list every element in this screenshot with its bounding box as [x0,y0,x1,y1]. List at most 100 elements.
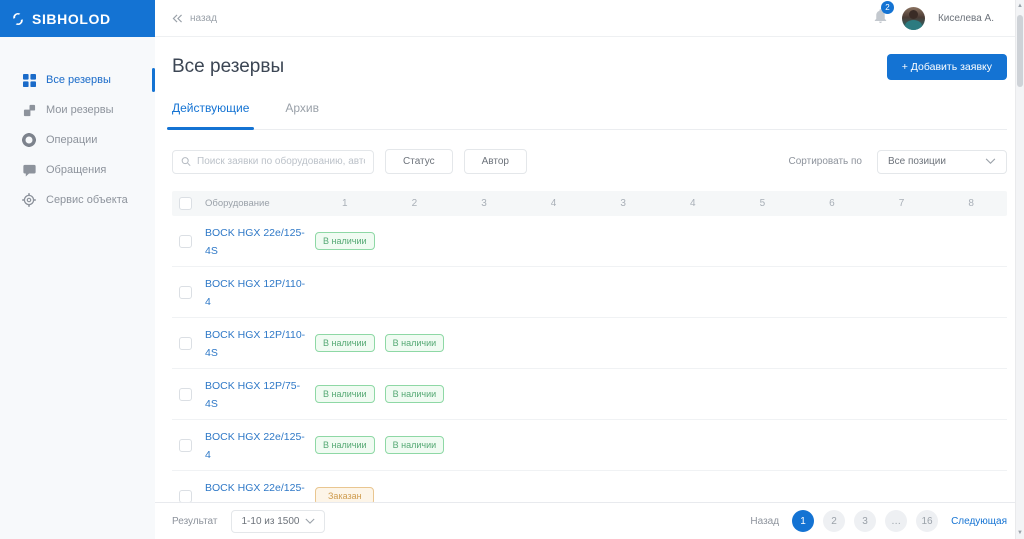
status-badge: В наличии [384,334,445,352]
brand-name: SIBHOLOD [32,10,111,27]
tab-bar: Действующие Архив [166,101,1007,130]
reserves-table: Оборудование 1 2 3 4 3 4 5 6 7 8 BOCK HG… [172,191,1007,522]
sidebar-item-operations[interactable]: Операции [0,125,155,155]
equipment-link[interactable]: BOCK HGX 22e/125-4 [205,431,305,461]
sidebar-item-label: Мои резервы [46,104,114,116]
status-badge: В наличии [315,232,375,250]
page-button-16[interactable]: 16 [916,510,939,532]
notifications-button[interactable]: 2 [872,0,894,30]
equipment-column-header: Оборудование [205,198,270,209]
prev-page-button[interactable]: Назад [750,516,779,527]
chevron-down-icon [985,158,996,165]
author-filter-button[interactable]: Автор [463,149,527,174]
column-header: 6 [829,198,835,209]
user-name[interactable]: Киселева А. [938,13,994,24]
table-header-row: Оборудование 1 2 3 4 3 4 5 6 7 8 [172,191,1007,216]
brand-swirl-icon [11,12,25,26]
sidebar-item-object-service[interactable]: Сервис объекта [0,185,155,215]
row-checkbox[interactable] [179,387,192,401]
sidebar-item-requests[interactable]: Обращения [0,155,155,185]
column-header: 7 [898,198,905,209]
back-label: назад [190,12,217,24]
table-row: BOCK HGX 12P/75-4S В наличии В наличии [172,369,1007,420]
back-button[interactable]: назад [172,13,217,24]
select-all-checkbox[interactable] [179,197,192,210]
sidebar-item-my-reserves[interactable]: Мои резервы [0,95,155,125]
pagination-footer: Результат 1-10 из 1500 Назад 1 2 3 … 16 … [155,502,1024,539]
grid-icon [22,73,36,87]
page-title: Все резервы [172,56,285,77]
page-button-2[interactable]: 2 [823,510,846,532]
scroll-up-arrow-icon[interactable]: ▲ [1016,3,1024,9]
double-chevron-left-icon [172,13,182,23]
equipment-link[interactable]: BOCK HGX 12P/110-4 [205,278,305,308]
sort-select-value: Все позиции [888,156,946,167]
main-area: назад 2 Киселева А. Все резервы + Добави… [155,0,1024,539]
add-request-button[interactable]: + Добавить заявку [886,54,1007,80]
sidebar-item-label: Обращения [46,164,107,176]
column-header: 2 [411,198,418,209]
sidebar-nav: Все резервы Мои резервы Операции Обращен… [0,37,155,215]
column-header: 1 [342,198,348,209]
column-header: 5 [759,198,766,209]
equipment-link[interactable]: BOCK HGX 22e/125-4S [205,227,305,257]
sidebar-item-label: Сервис объекта [46,194,128,206]
result-label: Результат [172,515,218,527]
column-header: 3 [620,198,626,209]
status-badge: В наличии [315,385,375,403]
row-checkbox[interactable] [179,336,192,350]
status-badge: В наличии [315,436,375,454]
next-page-button[interactable]: Следующая [951,516,1007,527]
gear-icon [22,133,36,147]
search-box [172,149,374,174]
vertical-scrollbar[interactable]: ▲ ▼ [1015,0,1024,539]
title-row: Все резервы + Добавить заявку [172,54,1007,80]
status-badge: В наличии [384,436,445,454]
page-content: Все резервы + Добавить заявку Действующи… [155,54,1024,522]
status-badge: В наличии [315,334,375,352]
sort-controls: Сортировать по Все позиции [788,149,1007,174]
brand-logo[interactable]: SIBHOLOD [0,0,155,37]
status-badge: В наличии [384,385,445,403]
column-header: 8 [968,198,974,209]
column-header: 4 [689,198,696,209]
chevron-down-icon [305,518,316,524]
result-range-value: 1-10 из 1500 [241,515,300,527]
page-button-3[interactable]: 3 [854,510,877,532]
sort-label: Сортировать по [788,156,862,167]
search-input[interactable] [197,156,365,167]
table-row: BOCK HGX 22e/125-4 В наличии В наличии [172,420,1007,471]
page-button-1[interactable]: 1 [792,510,815,532]
search-icon [181,157,191,167]
pager: Назад 1 2 3 … 16 Следующая [750,510,1007,532]
equipment-link[interactable]: BOCK HGX 12P/110-4S [205,329,305,359]
column-header: 3 [481,198,487,209]
page-ellipsis: … [885,510,908,532]
header-checkbox-cell [172,197,192,210]
scrollbar-thumb[interactable] [1017,15,1023,87]
tab-active-reserves[interactable]: Действующие [166,101,255,130]
sidebar-item-all-reserves[interactable]: Все резервы [0,65,155,95]
equipment-link[interactable]: BOCK HGX 12P/75-4S [205,380,300,410]
cog-outline-icon [22,193,36,207]
top-bar-right: 2 Киселева А. [872,0,994,30]
status-filter-button[interactable]: Статус [385,149,453,174]
row-checkbox[interactable] [179,234,192,248]
app-window: SIBHOLOD Все резервы Мои резервы Операци… [0,0,1024,539]
sidebar: SIBHOLOD Все резервы Мои резервы Операци… [0,0,155,539]
row-checkbox[interactable] [179,285,192,299]
sort-select[interactable]: Все позиции [877,149,1007,174]
blocks-icon [22,103,36,117]
column-header: 4 [550,198,557,209]
notification-count-badge: 2 [880,0,894,14]
top-bar: назад 2 Киселева А. [155,0,1024,37]
message-icon [22,163,36,177]
user-avatar[interactable] [901,6,925,30]
column-headers: 1 2 3 4 3 4 5 6 7 8 [310,198,1006,209]
scroll-down-arrow-icon[interactable]: ▼ [1016,530,1024,536]
result-range-select[interactable]: 1-10 из 1500 [231,509,326,533]
row-checkbox[interactable] [179,489,192,503]
table-row: BOCK HGX 22e/125-4S В наличии [172,216,1007,267]
row-checkbox[interactable] [179,438,192,452]
tab-archive[interactable]: Архив [285,101,319,129]
